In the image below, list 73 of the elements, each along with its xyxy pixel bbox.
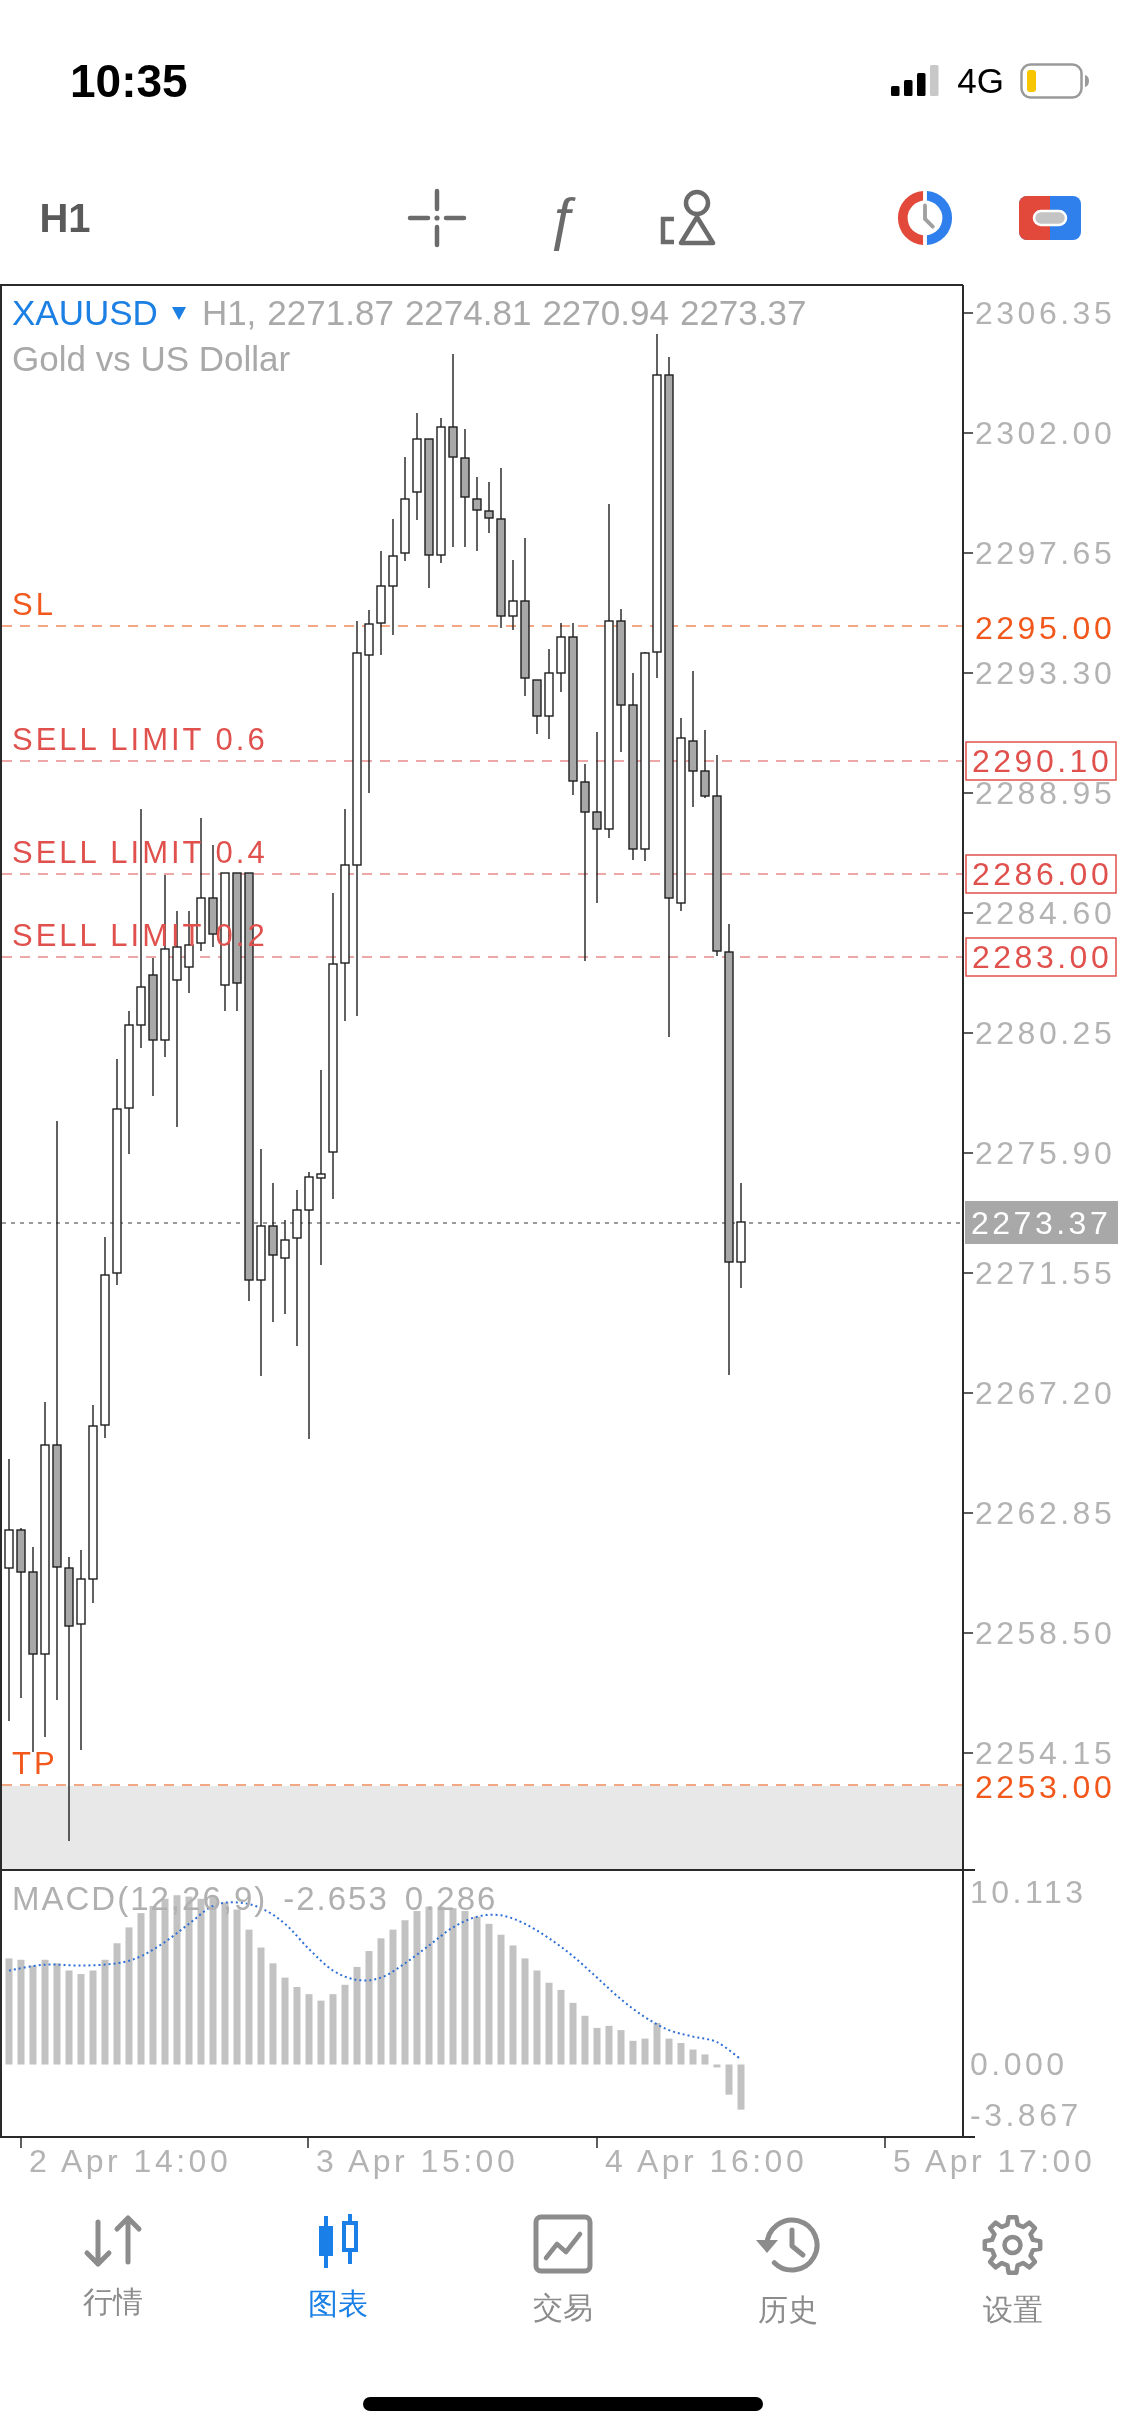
current-price-tag: 2273.37 [965,1201,1118,1244]
time-axis-label: 2 Apr 14:00 [29,2143,232,2179]
price-axis-label: 2306.35 [975,295,1116,331]
crosshair-icon[interactable] [407,187,467,248]
histogram-bar [677,2043,685,2065]
period-label: H1, [201,292,257,334]
history-icon [754,2214,821,2276]
histogram-bar [593,2027,601,2065]
tab[interactable]: 历史 [675,2190,900,2350]
settings-icon [982,2214,1043,2276]
indicator-value: -2.653 [283,1879,389,1919]
clock-icon[interactable] [896,188,954,247]
histogram-bar [713,2064,721,2068]
ohlc-value: 2273.37 [679,292,807,334]
histogram-bar [305,1994,313,2065]
macd-axis-label: 10.113 [970,1874,1087,1910]
price-axis-label: 2297.65 [975,535,1116,571]
order-label: SL [12,586,56,622]
symbol-description: Gold vs US Dollar [12,339,291,378]
histogram-bar [329,1994,337,2065]
time-axis-label: 4 Apr 16:00 [605,2143,808,2179]
tab[interactable]: 交易 [450,2190,675,2350]
histogram-bar [689,2049,697,2065]
order-price-tag: 2283.00 [965,937,1117,977]
price-axis-label: 2280.25 [975,1015,1116,1051]
histogram-bar [725,2064,733,2095]
battery-icon [1020,62,1090,99]
price-axis-label: 2271.55 [975,1255,1116,1291]
histogram-bar [701,2054,709,2065]
histogram-bar [629,2040,637,2065]
histogram-bar [317,2000,325,2065]
order-price-label: 2253.00 [975,1769,1116,1805]
histogram-bar [605,2025,613,2065]
price-axis-label: 2293.30 [975,655,1116,691]
price-axis-label: 2284.60 [975,895,1116,931]
histogram-bar [617,2030,625,2065]
indicator-value: 0.286 [404,1879,498,1919]
price-axis-label: 2258.50 [975,1615,1116,1651]
histogram-bar [665,2038,673,2065]
time-axis-label: 3 Apr 15:00 [316,2143,519,2179]
macd-axis-label: -3.867 [970,2097,1082,2133]
price-axis-label: 2275.90 [975,1135,1116,1171]
clock-time: 10:35 [70,57,188,104]
price-axis-label: 2254.15 [975,1735,1116,1771]
time-axis-label: 5 Apr 17:00 [893,2143,1096,2179]
histogram-bar [641,2038,649,2065]
histogram-bar [569,2002,577,2065]
caret-icon[interactable] [171,306,186,320]
histogram-bar [653,2022,661,2065]
ohlc-value: 2270.94 [542,292,669,334]
tab[interactable]: 设置 [900,2190,1125,2350]
macd-axis-label: 0.000 [970,2046,1068,2082]
order-label: SELL LIMIT 0.6 [12,721,268,757]
histogram-bar [581,2015,589,2065]
network-label: 4G [957,63,1004,98]
order-price-tag: 2286.00 [965,854,1117,894]
shapes-icon[interactable] [658,188,716,247]
timeframe-selector[interactable]: H1 [30,197,100,238]
tab[interactable]: 图表 [225,2190,450,2350]
ohlc-value: 2274.81 [404,292,532,334]
line-chart-icon [532,2214,593,2274]
order-price-tag: 2290.10 [965,741,1117,781]
signal-icon [891,65,942,96]
price-axis-label: 2267.20 [975,1375,1116,1411]
symbol-name[interactable]: XAUUSD [12,290,158,336]
price-axis-label: 2262.85 [975,1495,1116,1531]
order-price-label: 2295.00 [975,610,1116,646]
toggle-icon[interactable] [1019,195,1081,240]
order-label: TP [12,1745,58,1781]
ohlc-value: 2271.87 [267,292,394,334]
price-axis-label: 2302.00 [975,415,1116,451]
tab[interactable]: 行情 [0,2190,225,2350]
histogram-bar [737,2064,745,2110]
